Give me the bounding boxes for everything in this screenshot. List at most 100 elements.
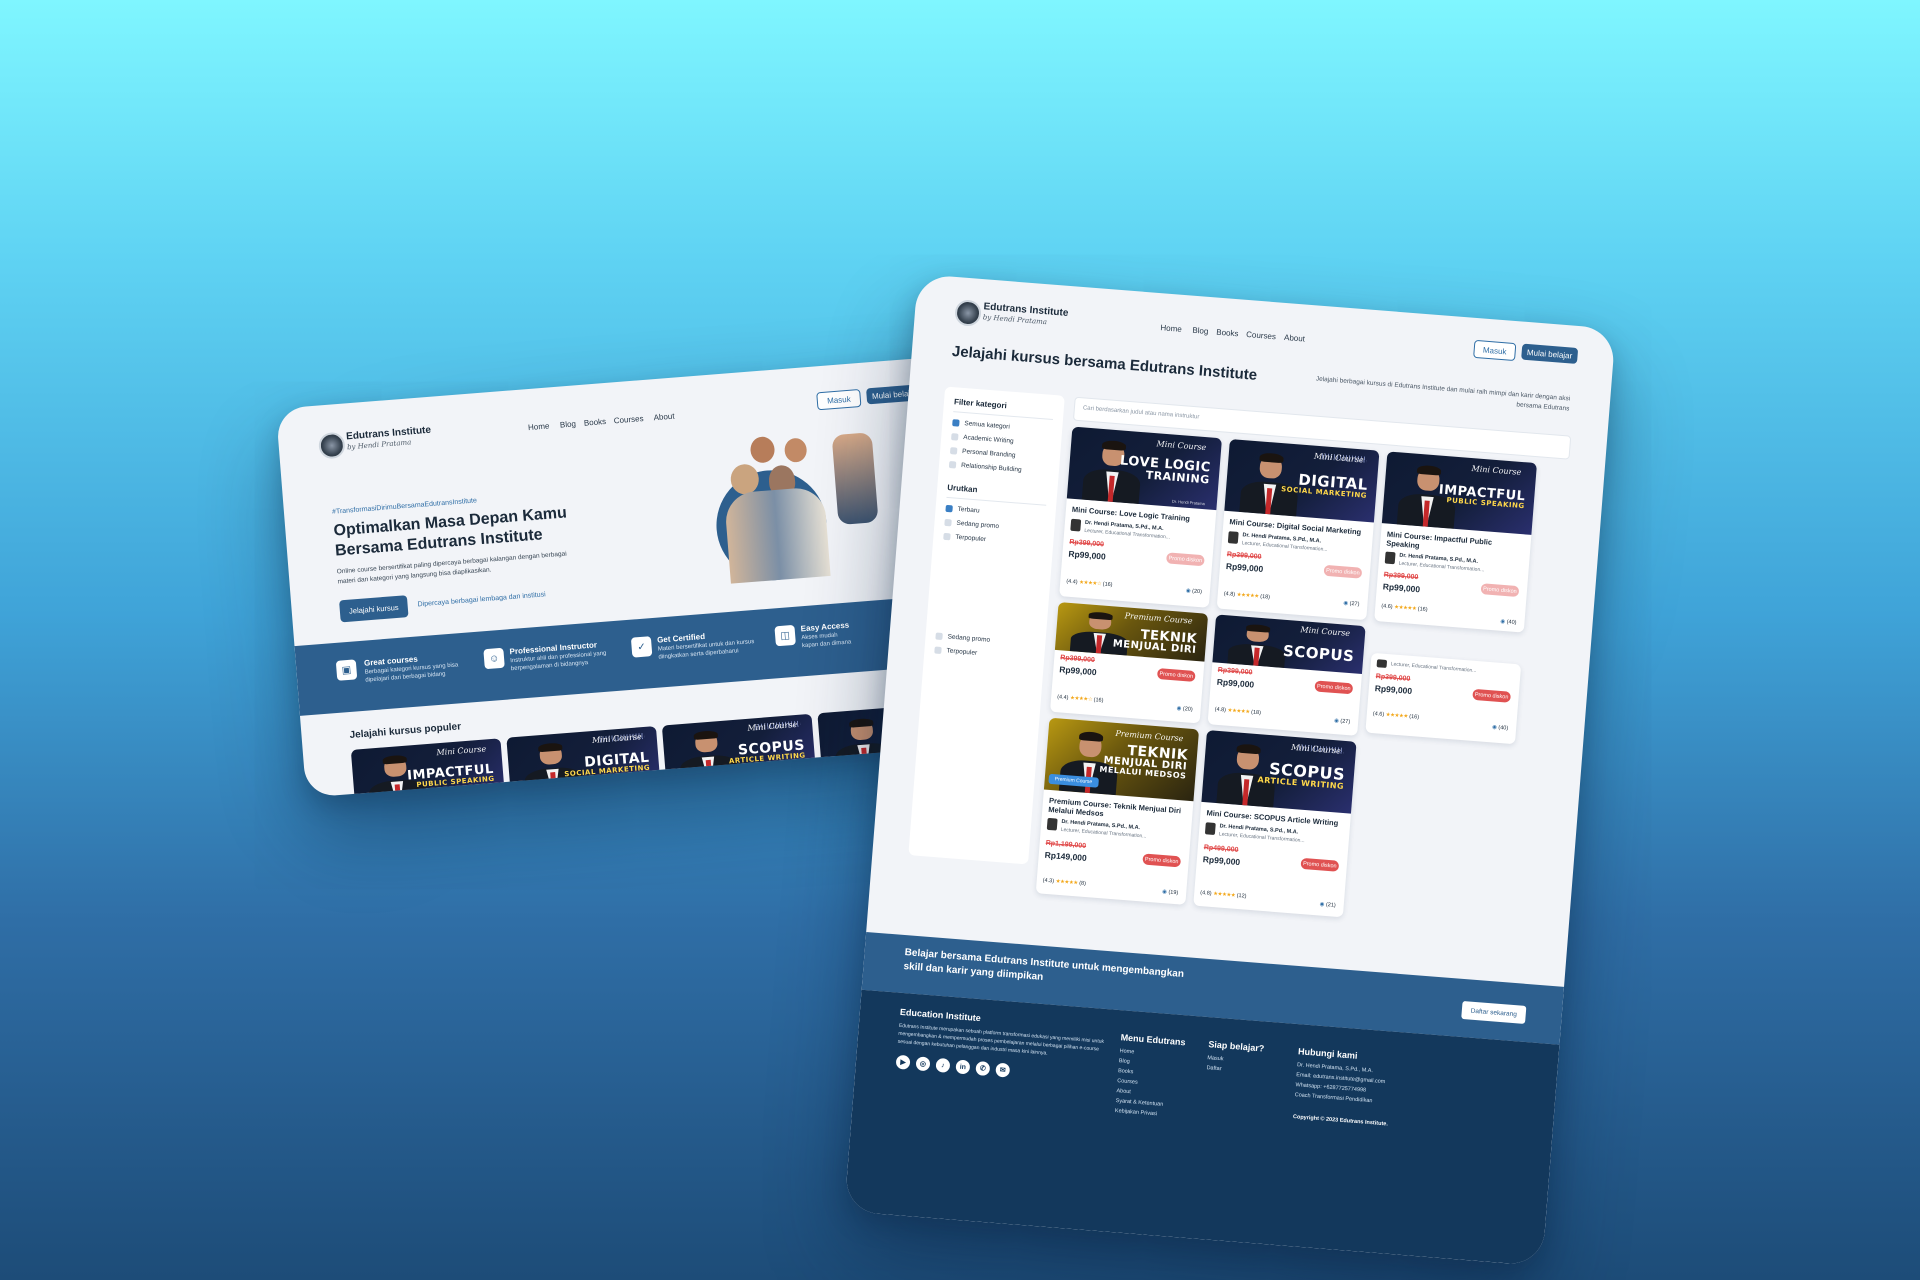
monitor-icon: ◫ xyxy=(774,624,796,647)
nav-about[interactable]: About xyxy=(653,412,675,423)
discount-price: Rp99,000 xyxy=(1058,664,1097,678)
avatar xyxy=(1376,659,1388,668)
footer-menu-books[interactable]: Books xyxy=(1118,1068,1134,1075)
original-price: Rp399,000 xyxy=(1069,538,1105,549)
trusted-link[interactable]: Dipercaya berbagai lembaga dan institusi xyxy=(417,591,546,608)
course-thumbnail: Premium Course TEKNIK MENJUAL DIRI MELALUI… xyxy=(1043,717,1200,802)
star-icons: ★★★★★ xyxy=(1385,712,1408,720)
student-count: ◉ (21) xyxy=(1319,901,1336,909)
course-thumbnail: Mini Course DIGITAL SOCIAL MARKETING xyxy=(1224,438,1380,523)
radio-icon xyxy=(945,504,953,513)
nav-blog[interactable]: Blog xyxy=(560,419,577,429)
footer-menu-blog[interactable]: Blog xyxy=(1119,1058,1130,1065)
book-icon: ▣ xyxy=(335,659,358,681)
checkbox-icon xyxy=(949,447,958,455)
popular-course-thumb-scopus[interactable]: Mini Course SCOPUS ARTICLE WRITING xyxy=(661,713,817,786)
course-card-digital[interactable]: Mini Course DIGITAL SOCIAL MARKETING Mini… xyxy=(1216,438,1380,621)
course-thumbnail: Mini Course SCOPUS xyxy=(1212,614,1366,675)
nav-home[interactable]: Home xyxy=(528,421,550,432)
filter-panel xyxy=(908,386,1065,865)
course-card-impactful[interactable]: Mini Course IMPACTFUL PUBLIC SPEAKING Min… xyxy=(1374,451,1538,633)
star-icons: ★★★★★ xyxy=(1212,891,1236,899)
course-card-scopus-compact[interactable]: Mini Course SCOPUS Rp399,000 Rp99,000 Pr… xyxy=(1207,614,1366,736)
eye-icon: ◉ xyxy=(1319,901,1325,908)
student-count: ◉ (20) xyxy=(1176,705,1193,713)
top-nav: Edutrans Institute by Hendi Pratama Home… xyxy=(276,352,999,472)
start-learning-button[interactable]: Mulai belajar xyxy=(1521,343,1579,364)
course-card-scopus[interactable]: Mini Course SCOPUS ARTICLE WRITING Mini C… xyxy=(1193,730,1357,918)
footer-login-link[interactable]: Masuk xyxy=(1207,1055,1224,1062)
popular-course-thumb-digital[interactable]: Mini Course DIGITAL SOCIAL MARKETING xyxy=(506,726,661,798)
course-thumbnail: Premium Course TEKNIK MENJUAL DIRI xyxy=(1054,602,1209,662)
student-count: ◉ (20) xyxy=(1185,587,1203,596)
rating: (4.4) ★★★★☆ (16) xyxy=(1056,694,1104,704)
instructor-icon: ☺ xyxy=(483,647,505,670)
nav-courses[interactable]: Courses xyxy=(613,414,643,425)
original-price: Rp499,000 xyxy=(1203,844,1239,854)
star-icons: ★★★★★ xyxy=(1393,604,1417,613)
promo-badge: Promo diskon xyxy=(1166,552,1205,567)
nav-books[interactable]: Books xyxy=(1216,328,1239,339)
promo-badge: Promo diskon xyxy=(1156,668,1196,682)
rating: (4.6) ★★★★★ (16) xyxy=(1372,711,1420,721)
star-icons: ★★★★☆ xyxy=(1069,695,1093,703)
radio-icon xyxy=(943,532,951,541)
original-price: Rp399,000 xyxy=(1375,673,1411,683)
promo-badge: Promo diskon xyxy=(1314,680,1354,695)
course-type-label: Mini Course xyxy=(747,719,798,733)
discount-price: Rp99,000 xyxy=(1225,561,1264,574)
discount-price: Rp99,000 xyxy=(1374,683,1413,697)
rating: (4.8) ★★★★★ (18) xyxy=(1223,590,1271,601)
eye-icon: ◉ xyxy=(1176,705,1182,712)
nav-home[interactable]: Home xyxy=(1160,323,1182,334)
footer-menu-about[interactable]: About xyxy=(1116,1088,1131,1095)
checkbox-icon xyxy=(951,433,959,441)
nav-books[interactable]: Books xyxy=(584,417,607,428)
nav-courses[interactable]: Courses xyxy=(1246,330,1276,341)
avatar xyxy=(1227,531,1239,544)
rating: (4.8) ★★★★★ (18) xyxy=(1214,706,1262,717)
page-subtitle-2: bersama Edutrans xyxy=(1516,401,1570,413)
promo-badge: Promo diskon xyxy=(1480,583,1520,598)
nav-about[interactable]: About xyxy=(1284,333,1306,344)
nav-blog[interactable]: Blog xyxy=(1192,326,1209,336)
discount-price: Rp99,000 xyxy=(1202,854,1241,868)
avatar xyxy=(1046,817,1058,831)
course-thumb-title: SCOPUS ARTICLE WRITING xyxy=(728,737,806,766)
discount-price: Rp99,000 xyxy=(1382,581,1421,595)
login-button[interactable]: Masuk xyxy=(1473,339,1517,362)
star-icons: ★★★★★ xyxy=(1227,707,1250,716)
checkbox-icon xyxy=(952,419,960,427)
catalog-mockup: Edutrans Institute by Hendi Pratama Home… xyxy=(844,273,1616,1267)
footer-register-link[interactable]: Daftar xyxy=(1206,1065,1221,1072)
course-card-love-logic[interactable]: Mini Course LOVE LOGIC TRAINING Dr. Hendi… xyxy=(1059,426,1222,608)
original-price: Rp1,199,000 xyxy=(1045,839,1087,850)
top-nav: Edutrans Institute by Hendi Pratama Home… xyxy=(913,274,1616,393)
discount-price: Rp149,000 xyxy=(1044,849,1088,864)
radio-icon xyxy=(944,518,952,527)
footer-menu-home[interactable]: Home xyxy=(1119,1048,1134,1055)
explore-courses-button[interactable]: Jelajahi kursus xyxy=(339,595,409,623)
promo-badge: Promo diskon xyxy=(1472,688,1512,703)
rating: (4.8) ★★★★★ (12) xyxy=(1200,890,1247,900)
popular-course-thumb-impactful[interactable]: Mini Course IMPACTFUL PUBLIC SPEAKING xyxy=(350,738,506,798)
course-card-impactful-compact[interactable]: Lecturer, Educational Transformation... … xyxy=(1365,652,1522,745)
original-price: Rp399,000 xyxy=(1226,551,1262,561)
course-card-teknik-compact[interactable]: Premium Course TEKNIK MENJUAL DIRI Rp399,… xyxy=(1050,602,1209,724)
checkbox-icon xyxy=(948,461,957,469)
student-count: ◉ (40) xyxy=(1500,618,1517,627)
eye-icon: ◉ xyxy=(1500,618,1506,626)
avatar xyxy=(1070,518,1082,532)
rating: (4.3) ★★★★★ (8) xyxy=(1042,877,1087,888)
rating: (4.4) ★★★★☆ (16) xyxy=(1066,578,1113,589)
radio-icon xyxy=(935,632,943,641)
course-card-teknik[interactable]: Premium Course TEKNIK MENJUAL DIRI MELALUI… xyxy=(1035,717,1200,905)
certificate-icon: ✓ xyxy=(630,636,653,658)
eye-icon: ◉ xyxy=(1333,718,1340,725)
original-price: Rp399,000 xyxy=(1217,666,1253,677)
rating: (4.6) ★★★★★ (16) xyxy=(1381,603,1428,613)
eye-icon: ◉ xyxy=(1161,889,1168,896)
discount-price: Rp99,000 xyxy=(1068,548,1107,562)
eye-icon: ◉ xyxy=(1343,600,1349,607)
login-button[interactable]: Masuk xyxy=(816,388,862,411)
